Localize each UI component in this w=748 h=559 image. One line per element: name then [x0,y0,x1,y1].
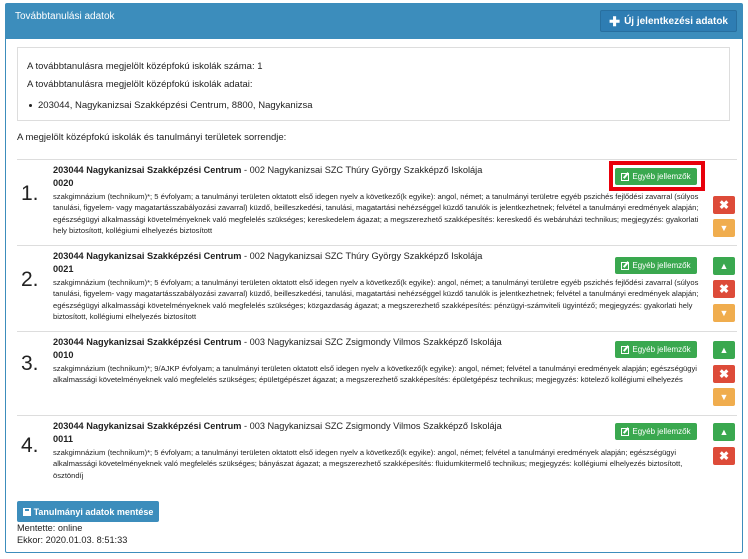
item-school: 203044 Nagykanizsai Szakképzési Centrum [53,251,242,261]
item-school: 203044 Nagykanizsai Szakképzési Centrum [53,421,242,431]
item-title: 203044 Nagykanizsai Szakképzési Centrum … [53,251,482,261]
floppy-disk-icon [22,507,31,516]
item-description: szakgimnázium (technikum)*; 5 évfolyam; … [53,192,699,235]
list-item: 4. 203044 Nagykanizsai Szakképzési Centr… [17,415,737,490]
delete-button[interactable]: ✖ [713,280,735,298]
save-study-data-label: Tanulmányi adatok mentése [33,506,154,517]
item-school: 203044 Nagykanizsai Szakképzési Centrum [53,337,242,347]
item-title: 203044 Nagykanizsai Szakképzési Centrum … [53,421,502,431]
item-code: 0011 [53,434,73,444]
move-down-button[interactable]: ▼ [713,388,735,406]
edit-icon [621,345,630,354]
item-code: 0021 [53,264,74,274]
move-down-button[interactable]: ▼ [713,219,735,237]
edit-icon [621,427,630,436]
bullet-icon [29,104,32,107]
other-features-button[interactable]: Egyéb jellemzők [615,341,697,358]
other-features-label: Egyéb jellemzők [632,427,691,436]
item-number: 4. [21,434,39,457]
close-icon: ✖ [718,367,730,381]
item-description: szakgimnázium (technikum)*; 9/AJKP évfol… [53,364,697,385]
school-list-text: 203044, Nagykanizsai Szakképzési Centrum… [38,100,313,111]
school-count-text: A továbbtanulásra megjelölt középfokú is… [27,61,263,72]
close-icon: ✖ [718,282,730,296]
plus-icon: ✚ [609,13,621,29]
chevron-up-icon: ▲ [719,261,729,271]
item-number: 3. [21,352,39,375]
list-item: 1. 203044 Nagykanizsai Szakképzési Centr… [17,159,737,244]
chevron-down-icon: ▼ [719,223,729,233]
other-features-button[interactable]: Egyéb jellemzők [615,168,697,185]
other-features-button[interactable]: Egyéb jellemzők [615,423,697,440]
save-study-data-button[interactable]: Tanulmányi adatok mentése [17,501,159,522]
move-up-button[interactable]: ▲ [713,423,735,441]
panel-title: Továbbtanulási adatok [15,11,115,22]
move-down-button[interactable]: ▼ [713,304,735,322]
chevron-up-icon: ▲ [719,345,729,355]
panel-header: Továbbtanulási adatok ✚ Új jelentkezési … [6,4,742,39]
close-icon: ✖ [718,449,730,463]
item-school: 203044 Nagykanizsai Szakképzési Centrum [53,165,242,175]
item-code: 0010 [53,350,74,360]
chevron-down-icon: ▼ [719,308,729,318]
item-description: szakgimnázium (technikum)*; 5 évfolyam; … [53,448,683,480]
chevron-up-icon: ▲ [719,427,729,437]
edit-icon [621,172,630,181]
item-institution: - 002 Nagykanizsai SZC Thúry György Szak… [241,251,483,261]
other-features-label: Egyéb jellemzők [632,345,691,354]
saved-at-text: Ekkor: 2020.01.03. 8:51:33 [17,535,128,545]
info-box: A továbbtanulásra megjelölt középfokú is… [17,47,730,121]
other-features-label: Egyéb jellemzők [632,172,691,181]
school-data-heading: A továbbtanulásra megjelölt középfokú is… [27,79,253,90]
item-institution: - 003 Nagykanizsai SZC Zsigmondy Vilmos … [241,421,502,431]
close-icon: ✖ [718,198,730,212]
item-institution: - 002 Nagykanizsai SZC Thúry György Szak… [241,165,483,175]
item-description: szakgimnázium (technikum)*; 5 évfolyam; … [53,278,699,321]
saved-by-text: Mentette: online [17,523,83,533]
other-features-button[interactable]: Egyéb jellemzők [615,257,697,274]
continuing-education-panel: Továbbtanulási adatok ✚ Új jelentkezési … [5,3,743,553]
school-list-item: 203044, Nagykanizsai Szakképzési Centrum… [29,100,313,111]
item-number: 1. [21,182,39,205]
delete-button[interactable]: ✖ [713,447,735,465]
item-code: 0020 [53,178,74,188]
delete-button[interactable]: ✖ [713,365,735,383]
item-title: 203044 Nagykanizsai Szakképzési Centrum … [53,337,502,347]
new-application-button[interactable]: ✚ Új jelentkezési adatok [600,10,737,32]
move-up-button[interactable]: ▲ [713,257,735,275]
chevron-down-icon: ▼ [719,392,729,402]
edit-icon [621,261,630,270]
list-item: 3. 203044 Nagykanizsai Szakképzési Centr… [17,331,737,416]
move-up-button[interactable]: ▲ [713,341,735,359]
item-number: 2. [21,268,39,291]
delete-button[interactable]: ✖ [713,196,735,214]
item-title: 203044 Nagykanizsai Szakképzési Centrum … [53,165,482,175]
item-institution: - 003 Nagykanizsai SZC Zsigmondy Vilmos … [241,337,502,347]
new-application-label: Új jelentkezési adatok [624,15,728,27]
list-item: 2. 203044 Nagykanizsai Szakképzési Centr… [17,245,737,330]
other-features-label: Egyéb jellemzők [632,261,691,270]
order-heading: A megjelölt középfokú iskolák és tanulmá… [17,132,287,143]
